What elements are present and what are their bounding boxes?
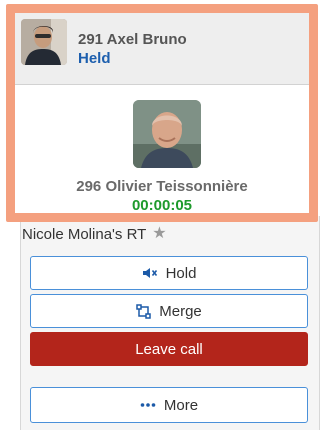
active-caller-name: 296 Olivier Teissonnière: [76, 178, 248, 195]
speaker-mute-icon: [142, 267, 158, 279]
active-call-card: 296 Olivier Teissonnière 00:00:05: [15, 86, 309, 214]
merge-label: Merge: [159, 302, 202, 320]
room-title: Nicole Molina's RT: [22, 225, 147, 243]
person-photo-icon: [21, 19, 67, 65]
held-call-card[interactable]: 291 Axel Bruno Held: [15, 13, 309, 85]
ellipsis-icon: [140, 402, 156, 408]
call-timer: 00:00:05: [131, 197, 193, 214]
person-photo-icon: [133, 100, 201, 168]
room-title-row: Nicole Molina's RT ★: [22, 224, 167, 244]
star-icon[interactable]: ★: [152, 226, 166, 242]
more-label: More: [163, 396, 199, 414]
held-status: Held: [78, 50, 111, 67]
hold-label: Hold: [165, 264, 197, 282]
hold-button[interactable]: Hold: [30, 256, 308, 290]
leave-call-button[interactable]: Leave call: [30, 332, 308, 366]
merge-button[interactable]: Merge: [30, 294, 308, 328]
call-highlight-frame: 291 Axel Bruno Held 296 Olivier Teissonn…: [6, 4, 318, 222]
merge-icon: [136, 303, 151, 319]
held-caller-name: 291 Axel Bruno: [78, 31, 187, 48]
leave-call-label: Leave call: [135, 340, 203, 358]
more-button[interactable]: More: [30, 387, 308, 423]
